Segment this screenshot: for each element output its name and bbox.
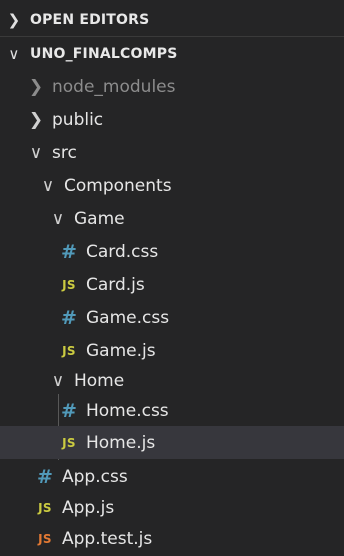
tree-item-game[interactable]: ∨ Game: [0, 202, 344, 235]
chevron-down-icon: ∨: [51, 370, 65, 391]
folder-label: Game: [74, 208, 125, 229]
folder-label: Home: [74, 370, 125, 391]
tree-item-src[interactable]: ∨ src: [0, 136, 344, 169]
file-label: Home.css: [86, 400, 169, 421]
tree-item-home[interactable]: ∨ Home: [0, 364, 344, 397]
chevron-down-icon: ∨: [8, 44, 20, 63]
tree-item-home-css[interactable]: # Home.css: [0, 394, 344, 427]
section-title: OPEN EDITORS: [30, 12, 150, 28]
js-file-icon: JS: [38, 500, 52, 515]
tree-item-game-js[interactable]: JS Game.js: [0, 334, 344, 367]
css-file-icon: #: [61, 240, 77, 263]
file-label: Card.js: [86, 274, 145, 295]
chevron-down-icon: ∨: [51, 208, 65, 229]
tree-item-card-css[interactable]: # Card.css: [0, 235, 344, 268]
tree-item-app-js[interactable]: JS App.js: [0, 491, 344, 524]
tree-item-game-css[interactable]: # Game.css: [0, 301, 344, 334]
js-file-icon: JS: [62, 277, 76, 292]
file-label: App.css: [62, 466, 128, 487]
css-file-icon: #: [61, 399, 77, 422]
folder-label: src: [52, 142, 77, 163]
file-label: Home.js: [86, 432, 156, 453]
tree-item-app-test-js[interactable]: JS App.test.js: [0, 522, 344, 555]
css-file-icon: #: [37, 465, 53, 488]
tree-item-card-js[interactable]: JS Card.js: [0, 268, 344, 301]
chevron-down-icon: ∨: [41, 175, 55, 196]
file-label: Card.css: [86, 241, 159, 262]
open-editors-header[interactable]: ❯ OPEN EDITORS: [0, 3, 344, 37]
tree-item-app-css[interactable]: # App.css: [0, 460, 344, 493]
tree-item-home-js[interactable]: JS Home.js: [0, 426, 344, 459]
folder-label: node_modules: [52, 76, 176, 97]
file-label: Game.css: [86, 307, 170, 328]
folder-label: public: [52, 109, 104, 130]
test-js-file-icon: JS: [38, 531, 52, 546]
js-file-icon: JS: [62, 435, 76, 450]
tree-item-node-modules[interactable]: ❯ node_modules: [0, 70, 344, 103]
file-label: App.js: [62, 497, 115, 518]
chevron-down-icon: ∨: [29, 142, 43, 163]
tree-item-components[interactable]: ∨ Components: [0, 169, 344, 202]
folder-label: Components: [64, 175, 172, 196]
file-label: App.test.js: [62, 528, 153, 549]
css-file-icon: #: [61, 306, 77, 329]
file-explorer: ❯ OPEN EDITORS ∨ UNO_FINALCOMPS ❯ node_m…: [0, 0, 344, 556]
chevron-right-icon: ❯: [7, 11, 21, 29]
chevron-right-icon: ❯: [28, 76, 44, 97]
chevron-right-icon: ❯: [28, 109, 44, 130]
project-name: UNO_FINALCOMPS: [30, 45, 178, 62]
file-label: Game.js: [86, 340, 156, 361]
js-file-icon: JS: [62, 343, 76, 358]
project-folder-header[interactable]: ∨ UNO_FINALCOMPS: [0, 36, 344, 70]
tree-item-public[interactable]: ❯ public: [0, 103, 344, 136]
